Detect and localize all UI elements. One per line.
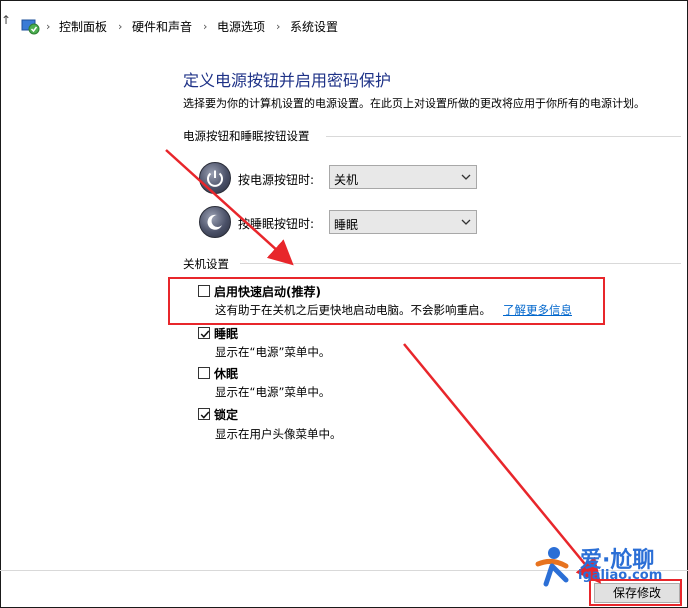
runner-logo-icon: [535, 547, 569, 587]
watermark-site: igaliao.com: [578, 568, 663, 583]
